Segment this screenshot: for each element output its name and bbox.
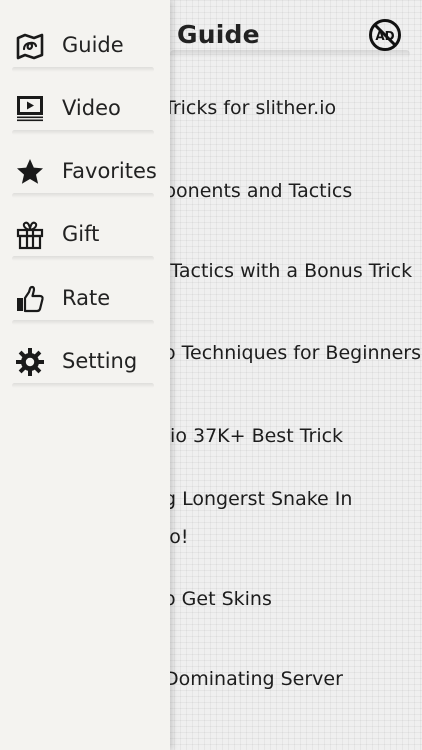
article-item[interactable]: ponents and Tactics [164, 172, 414, 210]
thumbs-up-icon [17, 285, 44, 313]
article-item[interactable]: /Tactics with a Bonus Trick [164, 252, 414, 290]
drawer-item-label: Gift [62, 222, 100, 246]
article-item[interactable]: o Get Skins [164, 580, 414, 618]
star-icon [17, 159, 43, 184]
video-icon [17, 96, 43, 122]
article-item[interactable]: .io 37K+ Best Trick [164, 417, 414, 455]
menu-divider [12, 383, 154, 388]
menu-divider [12, 256, 154, 261]
drawer-item-label: Rate [62, 286, 111, 310]
drawer-item-favorites[interactable]: Favorites [0, 143, 170, 203]
article-item[interactable]: Dominating Server [164, 660, 414, 698]
drawer-item-guide[interactable]: Guide [0, 17, 170, 77]
article-title: Dominating Server [164, 668, 343, 690]
drawer-item-label: Setting [62, 349, 138, 373]
drawer-item-gift[interactable]: Gift [0, 206, 170, 266]
drawer-item-label: Favorites [62, 159, 157, 183]
menu-divider [12, 67, 154, 72]
article-title: o Get Skins [164, 588, 272, 610]
article-title: .io 37K+ Best Trick [164, 425, 344, 447]
drawer-item-video[interactable]: Video [0, 80, 170, 140]
article-item[interactable]: Tricks for slither.io [164, 89, 414, 127]
article-title: ponents and Tactics [164, 180, 353, 202]
article-title: g Longerst Snake In [164, 488, 353, 510]
article-title-continued: io! [164, 526, 189, 548]
no-ads-icon[interactable]: AD [368, 18, 402, 52]
gear-icon [16, 348, 44, 376]
article-title: /Tactics with a Bonus Trick [164, 260, 413, 282]
article-item[interactable]: o Techniques for Beginners [164, 334, 421, 372]
article-item[interactable]: g Longerst Snake In io! [164, 480, 414, 556]
drawer-item-label: Video [62, 96, 121, 120]
article-title: Tricks for slither.io [164, 97, 337, 119]
menu-divider [12, 130, 154, 135]
side-drawer: Guide Video Favorites Gift Rate Setting [0, 0, 170, 750]
menu-divider [12, 320, 154, 325]
guide-map-icon [16, 33, 44, 60]
drawer-item-label: Guide [62, 33, 124, 57]
drawer-item-setting[interactable]: Setting [0, 333, 170, 393]
drawer-item-rate[interactable]: Rate [0, 270, 170, 330]
page-title: Guide [177, 20, 260, 49]
menu-divider [12, 193, 154, 198]
gift-icon [16, 221, 44, 250]
article-title: o Techniques for Beginners [164, 342, 421, 364]
